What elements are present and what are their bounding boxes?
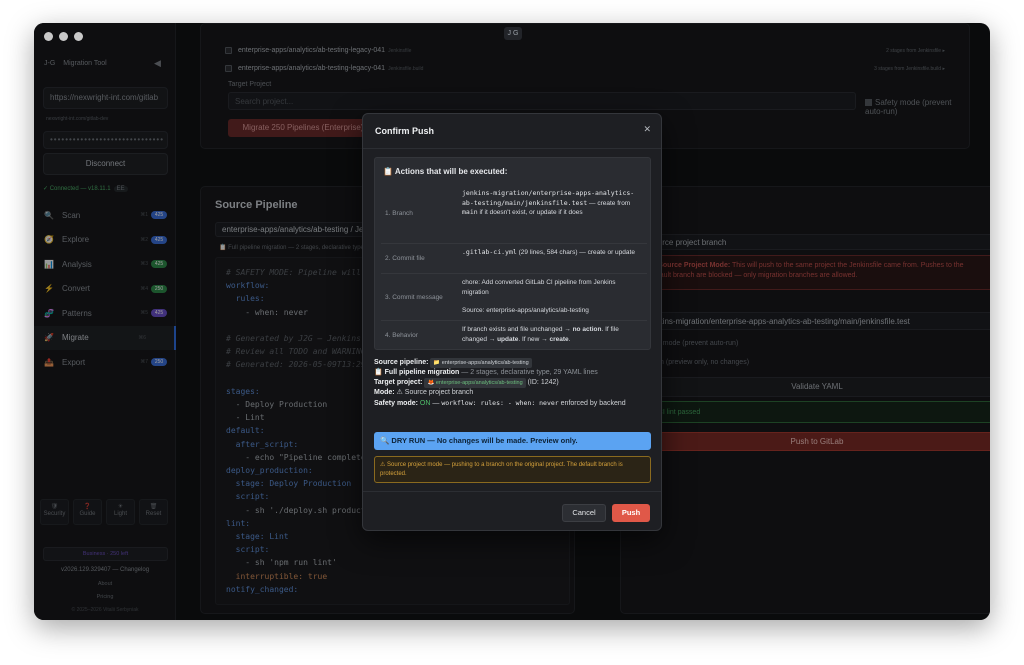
action-text: . If new → <box>518 335 550 343</box>
action-row-branch: 1. Branch jenkins-migration/enterprise-a… <box>381 183 647 243</box>
commit-message: chore: Add converted GitLab CI pipeline … <box>462 279 616 296</box>
action-row-commit-file: 2. Commit file .gitlab-ci.yml (29 lines,… <box>381 243 647 273</box>
zoom-window-button[interactable] <box>74 32 83 41</box>
actions-summary: 📋 Actions that will be executed: 1. Bran… <box>374 157 651 350</box>
action-text: create <box>549 335 569 343</box>
target-project-line: Target project: 🦊 enterprise-apps/analyt… <box>374 378 651 388</box>
action-text: if it doesn't exist, or update if it doe… <box>477 209 583 216</box>
confirm-push-dialog: Confirm Push ✕ 📋 Actions that will be ex… <box>362 113 662 531</box>
divider <box>363 148 661 149</box>
push-button[interactable]: Push <box>612 504 650 522</box>
action-text: (29 lines, 584 chars) — create or update <box>516 249 635 256</box>
action-description: If branch exists and file unchanged → no… <box>458 321 647 350</box>
minimize-window-button[interactable] <box>59 32 68 41</box>
field-value: (ID: 1242) <box>525 379 559 386</box>
action-text: If branch exists and file unchanged → <box>462 326 573 333</box>
migration-type-line: 📋 Full pipeline migration — 2 stages, de… <box>374 368 651 378</box>
close-icon[interactable]: ✕ <box>643 124 651 135</box>
dry-run-banner: 🔍 DRY RUN — No changes will be made. Pre… <box>374 432 651 450</box>
field-value: ⚠ Source project branch <box>394 389 474 396</box>
source-project-chip: 📁 enterprise-apps/analytics/ab-testing <box>430 358 532 368</box>
action-description: jenkins-migration/enterprise-apps-analyt… <box>458 183 647 243</box>
safety-mode-line: Safety mode: ON — workflow: rules: - whe… <box>374 398 651 409</box>
field-value: — 2 stages, declarative type, 29 YAML li… <box>459 369 598 376</box>
field-label: Target project: <box>374 379 423 386</box>
app-logo: J G <box>504 27 522 40</box>
field-value: — <box>430 400 442 407</box>
field-label: Mode: <box>374 389 395 396</box>
source-pipeline-line: Source pipeline: 📁 enterprise-apps/analy… <box>374 358 651 368</box>
action-step-label: 4. Behavior <box>385 332 418 339</box>
safety-status: ON <box>417 400 431 407</box>
actions-table: 1. Branch jenkins-migration/enterprise-a… <box>381 183 647 350</box>
field-label: 📋 Full pipeline migration <box>374 369 460 376</box>
window-controls <box>44 32 83 41</box>
target-project-chip: 🦊 enterprise-apps/analytics/ab-testing <box>424 378 526 388</box>
app-window: J G J-G Migration Tool ◀ https://nexwrig… <box>34 23 990 620</box>
mode-line: Mode: ⚠ Source project branch <box>374 388 651 398</box>
file-name: .gitlab-ci.yml <box>462 248 517 256</box>
action-text: no action <box>572 326 602 333</box>
source-mode-warning-box: ⚠ Source project mode — pushing to a bra… <box>374 456 651 483</box>
close-window-button[interactable] <box>44 32 53 41</box>
dialog-title: Confirm Push <box>375 126 435 136</box>
default-branch-name: main <box>462 208 478 216</box>
workflow-rule-code: workflow: rules: - when: never <box>441 399 559 407</box>
action-description: chore: Add converted GitLab CI pipeline … <box>458 274 647 320</box>
push-details: Source pipeline: 📁 enterprise-apps/analy… <box>374 358 651 409</box>
action-text: . <box>568 335 571 343</box>
cancel-button[interactable]: Cancel <box>562 504 606 522</box>
action-row-behavior: 4. Behavior If branch exists and file un… <box>381 320 647 350</box>
action-row-commit-message: 3. Commit message chore: Add converted G… <box>381 273 647 320</box>
field-label: Safety mode: <box>374 400 418 407</box>
field-value: enforced by backend <box>558 400 626 407</box>
action-step-label: 2. Commit file <box>385 255 425 262</box>
action-text: — create from <box>587 199 631 207</box>
commit-source: Source: enterprise-apps/analytics/ab-tes… <box>462 307 589 314</box>
action-step-label: 1. Branch <box>385 209 413 217</box>
actions-title: 📋 Actions that will be executed: <box>383 167 508 176</box>
field-label: Source pipeline: <box>374 359 429 366</box>
action-text: update <box>497 335 519 343</box>
divider <box>363 491 661 492</box>
action-step-label: 3. Commit message <box>385 293 443 301</box>
action-description: .gitlab-ci.yml (29 lines, 584 chars) — c… <box>458 244 647 273</box>
